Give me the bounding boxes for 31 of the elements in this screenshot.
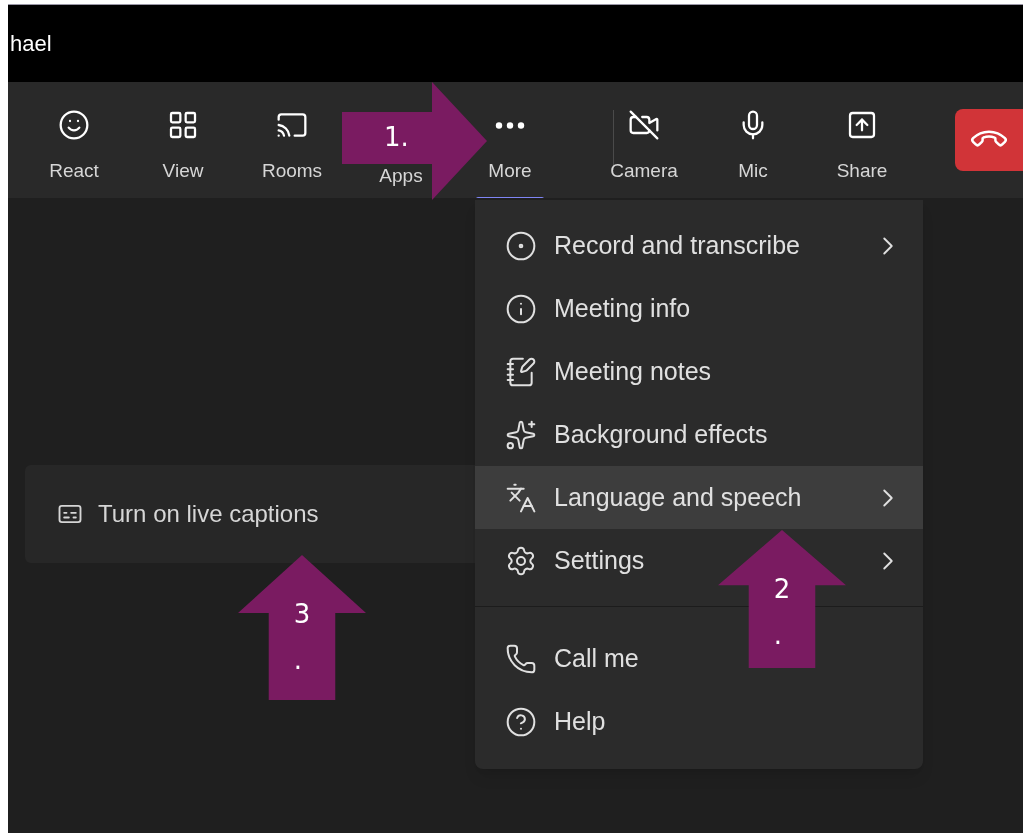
help-icon <box>505 705 537 738</box>
grid-icon <box>167 109 199 141</box>
smile-icon <box>58 109 90 141</box>
toolbar-button[interactable]: View <box>162 109 204 186</box>
toolbar-button[interactable]: Rooms <box>261 109 323 186</box>
menu-item[interactable]: Settings <box>505 541 645 580</box>
menu-item[interactable]: Meeting notes <box>505 352 712 391</box>
toolbar-button[interactable]: Mic <box>737 109 769 186</box>
menu-item[interactable]: Language and speech <box>475 466 923 529</box>
toolbar-button[interactable]: Camera <box>610 109 678 186</box>
notes-icon <box>505 355 537 388</box>
captions-menu-item[interactable]: Turn on live captions <box>56 496 319 532</box>
menu-item[interactable]: Help <box>505 702 606 741</box>
menu-item[interactable]: Call me <box>505 639 639 678</box>
info-icon <box>505 292 537 325</box>
menu-item[interactable]: Meeting info <box>505 289 691 328</box>
toolbar-button[interactable]: Share <box>836 109 888 186</box>
window-title: hael <box>10 30 52 58</box>
menu-item[interactable]: Record and transcribe <box>505 226 800 265</box>
camera-off-icon <box>628 109 660 141</box>
menu-item[interactable]: Background effects <box>505 415 768 454</box>
effects-icon <box>505 418 537 451</box>
more-icon <box>495 121 525 129</box>
toolbar-button[interactable]: React <box>49 109 99 186</box>
phone-icon <box>505 642 537 675</box>
settings-icon <box>505 544 537 577</box>
hang-up-button[interactable] <box>955 109 1023 171</box>
record-icon <box>505 229 537 262</box>
language-icon <box>505 481 537 514</box>
toolbar-button[interactable]: Apps <box>379 162 423 191</box>
share-icon <box>846 109 878 141</box>
